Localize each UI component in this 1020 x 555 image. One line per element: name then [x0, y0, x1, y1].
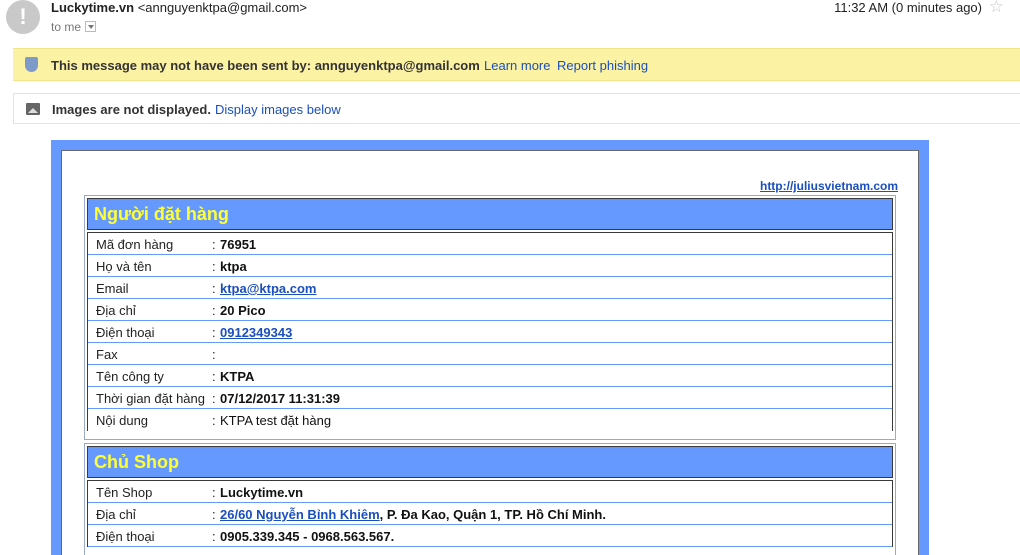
- table-row: Tên công ty : KTPA: [88, 365, 892, 387]
- shop-address-link[interactable]: 26/60 Nguyễn Bỉnh Khiêm: [220, 507, 380, 522]
- row-colon: :: [212, 391, 216, 406]
- sender-email: <annguyenktpa@gmail.com>: [137, 0, 308, 15]
- sender-name[interactable]: Luckytime.vn: [51, 0, 134, 15]
- shop-address-cell: 26/60 Nguyễn Bỉnh Khiêm, P. Đa Kao, Quận…: [220, 507, 606, 522]
- shop-name-value: Luckytime.vn: [220, 485, 304, 500]
- table-row: Tên Shop : Luckytime.vn: [88, 481, 892, 503]
- phone-value-cell: 0912349343: [220, 325, 292, 340]
- row-colon: :: [212, 507, 216, 522]
- row-colon: :: [212, 529, 216, 544]
- row-colon: :: [212, 281, 216, 296]
- row-label: Mã đơn hàng: [96, 237, 174, 252]
- learn-more-link[interactable]: Learn more: [484, 58, 550, 73]
- row-colon: :: [212, 485, 216, 500]
- phishing-warning-banner: This message may not have been sent by: …: [13, 48, 1020, 81]
- images-blocked-bar: Images are not displayed. Display images…: [13, 93, 1020, 124]
- display-images-link[interactable]: Display images below: [215, 102, 341, 117]
- phone-link[interactable]: 0912349343: [220, 325, 292, 340]
- sender-avatar-icon[interactable]: !: [6, 0, 40, 34]
- row-label: Tên Shop: [96, 485, 153, 500]
- table-row: Địa chỉ : 26/60 Nguyễn Bỉnh Khiêm, P. Đa…: [88, 503, 892, 525]
- recipient-line: to me: [51, 20, 97, 34]
- warning-text: This message may not have been sent by: …: [51, 58, 480, 73]
- row-colon: :: [212, 259, 216, 274]
- recipient-label: to me: [51, 20, 82, 34]
- address-value: 20 Pico: [220, 303, 266, 318]
- row-colon: :: [212, 347, 216, 362]
- row-label: Điện thoại: [96, 325, 155, 340]
- row-colon: :: [212, 303, 216, 318]
- table-row: Fax :: [88, 343, 892, 365]
- order-time-value: 07/12/2017 11:31:39: [220, 391, 340, 406]
- full-name-value: ktpa: [220, 259, 247, 274]
- message-time: 11:32 AM (0 minutes ago): [834, 0, 982, 15]
- email-value-cell: ktpa@ktpa.com: [220, 281, 316, 296]
- row-label: Tên công ty: [96, 369, 164, 384]
- row-label: Thời gian đặt hàng: [96, 391, 205, 406]
- order-id-value: 76951: [220, 237, 257, 252]
- row-label: Fax: [96, 347, 118, 362]
- shop-address-rest: , P. Đa Kao, Quận 1, TP. Hồ Chí Minh.: [379, 507, 606, 522]
- shop-section: Chủ Shop Tên Shop : Luckytime.vn Địa chỉ…: [84, 443, 896, 555]
- sender-line: Luckytime.vn <annguyenktpa@gmail.com>: [51, 0, 307, 15]
- buyer-section: Người đặt hàng Mã đơn hàng : 76951 Họ và…: [84, 195, 896, 440]
- row-label: Điện thoại: [96, 529, 155, 544]
- row-label: Email: [96, 281, 129, 296]
- table-row: Thời gian đặt hàng : 07/12/2017 11:31:39: [88, 387, 892, 409]
- buyer-section-header: Người đặt hàng: [87, 198, 893, 230]
- shop-info-table: Tên Shop : Luckytime.vn Địa chỉ : 26/60 …: [87, 480, 893, 547]
- table-row: Điện thoại : 0905.339.345 - 0968.563.567…: [88, 525, 892, 547]
- table-row: Địa chỉ : 20 Pico: [88, 299, 892, 321]
- row-label: Địa chỉ: [96, 507, 136, 522]
- report-phishing-link[interactable]: Report phishing: [557, 58, 648, 73]
- images-blocked-text: Images are not displayed.: [52, 102, 211, 117]
- email-body-content: http://juliusvietnam.com Người đặt hàng …: [61, 150, 919, 555]
- image-icon: [26, 103, 40, 115]
- table-row: Nội dung : KTPA test đặt hàng: [88, 409, 892, 431]
- company-value: KTPA: [220, 369, 255, 384]
- buyer-section-title: Người đặt hàng: [94, 204, 229, 224]
- row-label: Nội dung: [96, 413, 149, 428]
- recipient-details-dropdown-icon[interactable]: [85, 21, 97, 33]
- shield-icon: [25, 57, 38, 72]
- email-body-frame: http://juliusvietnam.com Người đặt hàng …: [51, 140, 929, 555]
- row-label: Địa chỉ: [96, 303, 136, 318]
- email-link[interactable]: ktpa@ktpa.com: [220, 281, 316, 296]
- row-colon: :: [212, 369, 216, 384]
- star-icon[interactable]: ☆: [989, 0, 1004, 17]
- shop-section-header: Chủ Shop: [87, 446, 893, 478]
- table-row: Điện thoại : 0912349343: [88, 321, 892, 343]
- table-row: Email : ktpa@ktpa.com: [88, 277, 892, 299]
- shop-section-title: Chủ Shop: [94, 452, 179, 472]
- row-colon: :: [212, 237, 216, 252]
- row-label: Họ và tên: [96, 259, 152, 274]
- row-colon: :: [212, 325, 216, 340]
- site-link[interactable]: http://juliusvietnam.com: [760, 179, 898, 193]
- content-value: KTPA test đặt hàng: [220, 413, 332, 428]
- table-row: Họ và tên : ktpa: [88, 255, 892, 277]
- row-colon: :: [212, 413, 216, 428]
- table-row: Mã đơn hàng : 76951: [88, 233, 892, 255]
- buyer-info-table: Mã đơn hàng : 76951 Họ và tên : ktpa Ema…: [87, 232, 893, 431]
- shop-phone-value: 0905.339.345 - 0968.563.567.: [220, 529, 395, 544]
